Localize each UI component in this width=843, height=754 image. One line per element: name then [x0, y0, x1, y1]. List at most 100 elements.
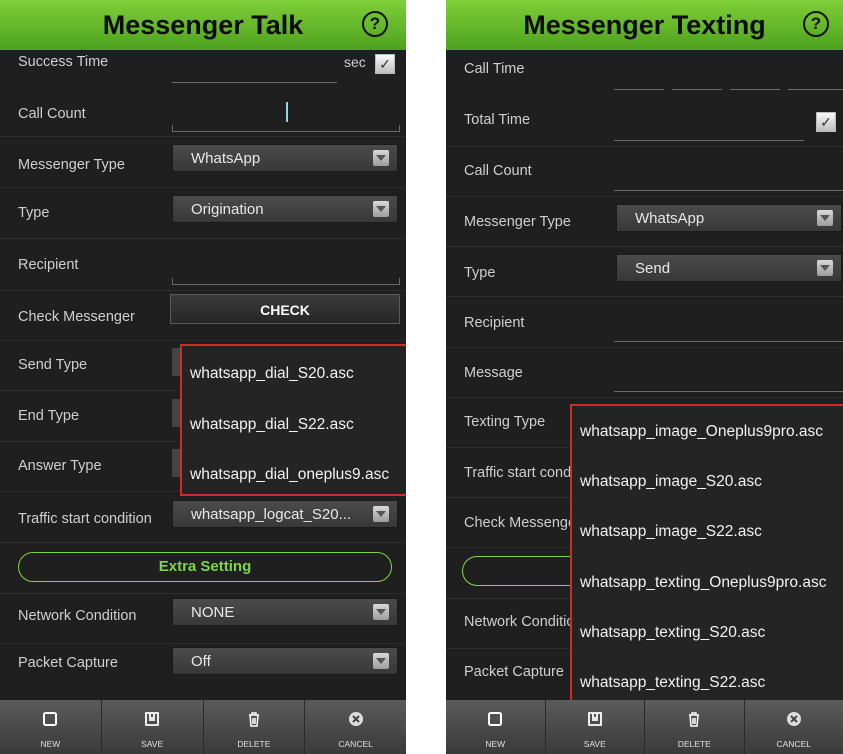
- type-select[interactable]: Send: [616, 254, 842, 282]
- new-label: NEW: [40, 739, 61, 749]
- traffic-start-select[interactable]: whatsapp_logcat_S20...: [172, 500, 398, 528]
- page-title: Messenger Texting: [523, 9, 766, 40]
- dropdown-option[interactable]: whatsapp_image_S22.asc: [580, 523, 762, 541]
- chevron-down-icon: [373, 506, 389, 522]
- call-time-field-4[interactable]: [788, 89, 843, 90]
- save-icon: [145, 712, 160, 726]
- packet-capture-select[interactable]: Off: [172, 647, 398, 675]
- chevron-down-icon: [817, 210, 833, 226]
- dropdown-option[interactable]: whatsapp_image_Oneplus9pro.asc: [580, 423, 823, 441]
- call-time-field-3[interactable]: [730, 89, 780, 90]
- total-time-field[interactable]: [614, 140, 804, 141]
- square-icon: [488, 712, 503, 726]
- question-circle-icon[interactable]: ?: [803, 11, 829, 37]
- trash-icon: [248, 712, 259, 727]
- call-count-label: Call Count: [464, 163, 532, 179]
- dropdown-option[interactable]: whatsapp_dial_oneplus9.asc: [190, 466, 389, 484]
- cancel-button[interactable]: CANCEL: [745, 700, 843, 754]
- answer-type-select[interactable]: [172, 449, 180, 477]
- save-label: SAVE: [583, 739, 606, 749]
- call-time-field-1[interactable]: [614, 89, 664, 90]
- delete-label: DELETE: [677, 739, 711, 749]
- messenger-type-select[interactable]: WhatsApp: [172, 144, 398, 172]
- check-messenger-label: Check Messenger: [18, 309, 135, 325]
- save-button[interactable]: SAVE: [546, 700, 645, 754]
- save-label: SAVE: [141, 739, 164, 749]
- type-label: Type: [18, 205, 50, 221]
- messenger-type-select[interactable]: WhatsApp: [616, 204, 842, 232]
- texting-type-dropdown: whatsapp_image_Oneplus9pro.asc whatsapp_…: [570, 404, 843, 706]
- network-condition-label: Network Condition: [18, 608, 137, 624]
- chevron-down-icon: [373, 604, 389, 620]
- end-type-select[interactable]: [172, 399, 180, 427]
- row-recipient: Recipient: [446, 297, 843, 348]
- square-icon: [43, 712, 58, 726]
- dropdown-option[interactable]: whatsapp_texting_Oneplus9pro.asc: [580, 574, 826, 592]
- row-message: Message: [446, 347, 843, 398]
- cancel-button[interactable]: CANCEL: [305, 700, 406, 754]
- total-time-label: Total Time: [464, 112, 531, 128]
- field-edge: [399, 125, 400, 132]
- send-type-select[interactable]: [172, 348, 180, 376]
- dropdown-option[interactable]: whatsapp_dial_S20.asc: [190, 365, 354, 383]
- recipient-label: Recipient: [464, 315, 525, 331]
- message-label: Message: [464, 365, 523, 381]
- dropdown-option[interactable]: whatsapp_dial_S22.asc: [190, 416, 354, 434]
- row-extra-setting: Extra Setting: [0, 543, 406, 594]
- recipient-field[interactable]: [614, 341, 843, 342]
- extra-setting-button[interactable]: Extra Setting: [18, 552, 392, 582]
- new-button[interactable]: NEW: [446, 700, 546, 754]
- call-time-field-2[interactable]: [672, 89, 722, 90]
- app-header: Messenger Texting ?: [446, 0, 843, 50]
- dropdown-option[interactable]: whatsapp_image_S20.asc: [580, 473, 762, 491]
- call-count-label: Call Count: [18, 106, 86, 122]
- packet-capture-label: Packet Capture: [464, 664, 564, 680]
- row-total-time: Total Time ✓: [446, 96, 843, 147]
- cancel-label: CANCEL: [338, 739, 373, 749]
- app-header: Messenger Talk ?: [0, 0, 406, 50]
- dropdown-option[interactable]: whatsapp_texting_S20.asc: [580, 624, 765, 642]
- dropdown-option[interactable]: whatsapp_texting_S22.asc: [580, 674, 765, 692]
- call-count-field[interactable]: [614, 190, 843, 191]
- packet-capture-value: Off: [191, 653, 211, 670]
- messenger-type-label: Messenger Type: [18, 157, 125, 173]
- success-time-checkbox[interactable]: ✓: [375, 54, 395, 74]
- delete-button[interactable]: DELETE: [645, 700, 745, 754]
- row-type: Type Origination: [0, 188, 406, 239]
- bottom-toolbar: NEW SAVE DELETE CANCEL: [446, 700, 843, 754]
- save-button[interactable]: SAVE: [102, 700, 204, 754]
- traffic-start-label: Traffic start condition: [18, 511, 152, 527]
- delete-button[interactable]: DELETE: [204, 700, 306, 754]
- check-button[interactable]: CHECK: [170, 294, 400, 324]
- traffic-start-label: Traffic start cond: [464, 465, 572, 481]
- question-circle-icon[interactable]: ?: [362, 11, 388, 37]
- texting-type-label: Texting Type: [464, 414, 546, 430]
- messenger-type-value: WhatsApp: [191, 150, 261, 167]
- end-type-label: End Type: [18, 408, 80, 424]
- network-condition-label: Network Conditic: [464, 614, 574, 630]
- new-button[interactable]: NEW: [0, 700, 102, 754]
- network-condition-value: NONE: [191, 604, 235, 621]
- success-time-field[interactable]: [172, 82, 337, 83]
- row-recipient: Recipient: [0, 240, 406, 291]
- message-field[interactable]: [614, 391, 843, 392]
- row-traffic-start: Traffic start condition whatsapp_logcat_…: [0, 492, 406, 543]
- cancel-circle-icon: [348, 712, 363, 726]
- network-condition-select[interactable]: NONE: [172, 598, 398, 626]
- row-check-messenger: Check Messenger CHECK: [0, 290, 406, 341]
- field-edge: [172, 278, 173, 285]
- row-network-condition: Network Condition NONE: [0, 593, 406, 644]
- type-value: Send: [635, 260, 671, 277]
- recipient-field[interactable]: [172, 284, 400, 285]
- messenger-texting-screen: Messenger Texting ? Call Time Total Time…: [446, 0, 843, 754]
- call-time-label: Call Time: [464, 61, 525, 77]
- delete-label: DELETE: [237, 739, 271, 749]
- row-packet-capture: Packet Capture Off: [0, 643, 406, 693]
- call-count-field[interactable]: [172, 131, 400, 132]
- row-call-count: Call Count: [446, 146, 843, 197]
- text-cursor: [286, 102, 288, 122]
- cancel-label: CANCEL: [776, 739, 811, 749]
- total-time-checkbox[interactable]: ✓: [816, 112, 836, 132]
- type-select[interactable]: Origination: [172, 195, 398, 223]
- messenger-talk-screen: Messenger Talk ? Success Time sec ✓ Call…: [0, 0, 406, 754]
